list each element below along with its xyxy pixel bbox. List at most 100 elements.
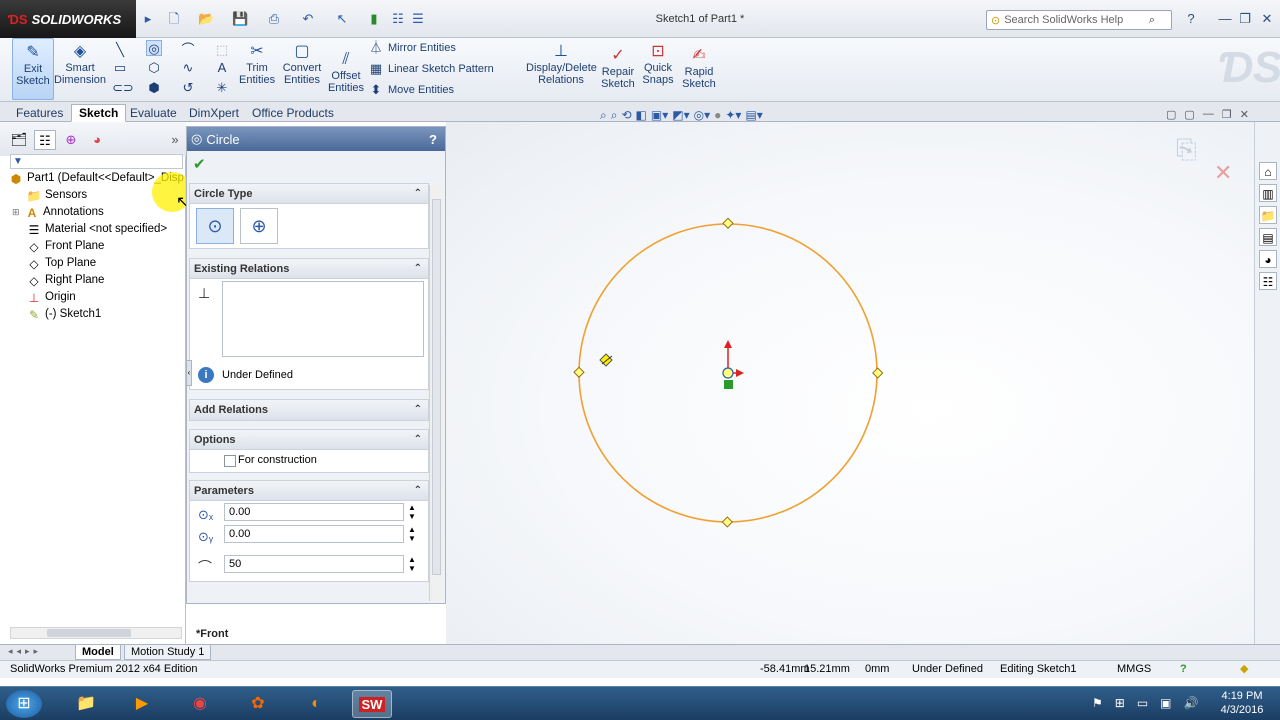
help-question-icon[interactable]: ? [1182, 10, 1200, 28]
collapse-chevron-icon[interactable]: ⌃ [414, 184, 422, 204]
file-explorer-taskbar-icon[interactable]: 📁 [66, 690, 106, 718]
help-icon[interactable]: ? [1180, 661, 1187, 678]
smart-dimension-button[interactable]: ◈ Smart Dimension [54, 38, 106, 100]
mirror-entities-button[interactable]: ⏃ Mirror Entities [368, 40, 455, 56]
restore-doc-icon[interactable]: ❐ [1222, 108, 1232, 121]
quadrant-point-top[interactable] [722, 217, 734, 229]
expand-chevron-icon[interactable]: » [164, 130, 186, 150]
tab-dimxpert[interactable]: DimXpert [181, 104, 247, 122]
ok-checkmark-icon[interactable]: ✔ [193, 155, 206, 173]
display-manager-tab-icon[interactable]: ◕ [86, 130, 108, 150]
line-icon[interactable]: ╲ [112, 42, 128, 58]
spinner-icon[interactable]: ▲ ▼ [408, 555, 416, 573]
for-construction-checkbox[interactable] [224, 455, 236, 467]
file-explorer-icon[interactable]: 📁 [1259, 206, 1277, 224]
rebuild-icon[interactable]: ▮ [366, 11, 382, 27]
apply-scene-icon[interactable]: ✦▾ [725, 108, 741, 123]
minimize-doc-icon[interactable]: — [1203, 108, 1214, 121]
scrollbar-thumb[interactable] [47, 629, 131, 637]
quadrant-point-left[interactable] [573, 366, 585, 378]
monitor-tray-icon[interactable]: ▣ [1160, 696, 1171, 710]
tab-sketch[interactable]: Sketch [71, 104, 127, 122]
tree-horizontal-scrollbar[interactable] [10, 627, 182, 639]
hardware-tray-icon[interactable]: ▭ [1137, 696, 1148, 710]
close-button[interactable]: ✕ [1258, 10, 1276, 28]
system-clock[interactable]: 4:19 PM 4/3/2016 [1208, 689, 1276, 717]
chrome-taskbar-icon[interactable]: ◉ [180, 690, 220, 718]
tree-item-material[interactable]: ☰ Material <not specified> [26, 221, 168, 238]
move-entities-button[interactable]: ⬍ Move Entities [368, 82, 454, 98]
quick-snaps-button[interactable]: ⊡ Quick Snaps [640, 38, 676, 100]
tree-item-right-plane[interactable]: ◇ Right Plane [26, 272, 104, 289]
tree-item-annotations[interactable]: ⊞ A Annotations [12, 204, 104, 221]
center-circle-button[interactable]: ⊙ [196, 208, 234, 244]
minimize-button[interactable]: — [1216, 10, 1234, 28]
flyout-arrow-icon[interactable]: ▸ [140, 11, 156, 27]
relations-list[interactable] [222, 281, 424, 357]
section-view-icon[interactable]: ◧ [636, 108, 647, 123]
display-delete-relations-button[interactable]: ⊥ Display/Delete Relations [524, 38, 598, 100]
print-icon[interactable]: ⎙ [266, 11, 282, 27]
zoom-to-area-icon[interactable]: ⌕ [611, 108, 618, 123]
windows-tray-icon[interactable]: ⊞ [1115, 696, 1125, 710]
solidworks-logo[interactable]: ƊS SOLIDWORKS [0, 0, 136, 38]
spinner-icon[interactable]: ▲ ▼ [408, 503, 416, 521]
rectangle-icon[interactable]: ▭ [112, 60, 128, 76]
expand-plus-icon[interactable]: ⊞ [12, 204, 24, 221]
tab-evaluate[interactable]: Evaluate [122, 104, 185, 122]
linear-sketch-pattern-button[interactable]: ▦ Linear Sketch Pattern [368, 61, 494, 77]
scrollbar-thumb[interactable] [432, 199, 441, 575]
quadrant-point-right[interactable] [872, 367, 884, 379]
center-y-input[interactable]: 0.00 [224, 525, 404, 543]
help-search-input[interactable]: ⊙ Search SolidWorks Help ⌕ [986, 10, 1172, 30]
exit-sketch-button[interactable]: ✎ Exit Sketch [12, 38, 54, 100]
polygon-icon[interactable]: ⬡ [146, 60, 162, 76]
tree-item-top-plane[interactable]: ◇ Top Plane [26, 255, 96, 272]
viewport-1-icon[interactable]: ▢ [1166, 108, 1176, 121]
tab-model[interactable]: Model [75, 645, 121, 660]
tree-item-origin[interactable]: ⊥ Origin [26, 289, 76, 306]
collapse-chevron-icon[interactable]: ⌃ [414, 259, 422, 279]
solidworks-resources-icon[interactable]: ⌂ [1259, 162, 1277, 180]
group-add-relations[interactable]: Add Relations ⌃ [189, 399, 429, 421]
flag-tray-icon[interactable]: ⚑ [1092, 696, 1103, 710]
display-style-icon[interactable]: ◩▾ [672, 108, 689, 123]
point-icon[interactable]: ✳ [214, 80, 230, 96]
arc-icon[interactable]: ⌒ [180, 42, 196, 58]
panel-splitter-handle[interactable]: ‹ [186, 360, 192, 386]
open-folder-icon[interactable]: 📂 [198, 11, 214, 27]
media-player-taskbar-icon[interactable]: ▶ [122, 690, 162, 718]
close-doc-icon[interactable]: ✕ [1240, 108, 1249, 121]
spline-icon[interactable]: ∿ [180, 60, 196, 76]
view-palette-icon[interactable]: ▤ [1259, 228, 1277, 246]
options-icon[interactable]: ☰ [410, 11, 426, 27]
firefox-alt-taskbar-icon[interactable]: ✿ [238, 690, 278, 718]
design-library-icon[interactable]: ▥ [1259, 184, 1277, 202]
pm-vertical-scrollbar[interactable] [429, 185, 443, 601]
search-icon[interactable]: ⌕ [1149, 14, 1155, 27]
convert-entities-button[interactable]: ▢ Convert Entities [280, 38, 324, 100]
collapse-chevron-icon[interactable]: ⌃ [414, 481, 422, 501]
expand-chevron-icon[interactable]: ⌃ [414, 400, 422, 420]
graphics-area[interactable]: ⌕ ⌕ ⟲ ◧ ▣▾ ◩▾ ◎▾ ● ✦▾ ▤▾ ▢ ▢ — ❐ ✕ ⎘ ✕ [446, 108, 1254, 644]
view-orientation-icon[interactable]: ▣▾ [651, 108, 668, 123]
circle-tool-icon[interactable]: ◎ [146, 40, 162, 56]
hide-show-items-icon[interactable]: ◎▾ [694, 108, 711, 123]
volume-tray-icon[interactable]: 🔊 [1184, 696, 1199, 710]
custom-properties-icon[interactable]: ☷ [1259, 272, 1277, 290]
spinner-icon[interactable]: ▲ ▼ [408, 525, 416, 543]
tree-filter-input[interactable]: ▼ [10, 154, 183, 169]
tree-item-sketch1[interactable]: ✎ (-) Sketch1 [26, 306, 101, 323]
tab-motion-study[interactable]: Motion Study 1 [124, 645, 212, 660]
sketch-fillet-icon[interactable]: ⬚ [214, 42, 230, 58]
property-manager-tab-icon[interactable]: ☷ [34, 130, 56, 150]
perimeter-circle-button[interactable]: ⊕ [240, 208, 278, 244]
solidworks-taskbar-icon[interactable]: SW [352, 690, 392, 718]
viewport-2-icon[interactable]: ▢ [1184, 108, 1194, 121]
configuration-manager-tab-icon[interactable]: ⊕ [60, 130, 82, 150]
tab-scroll-arrows-icon[interactable]: ◂◂▸▸ [8, 646, 42, 657]
tree-item-front-plane[interactable]: ◇ Front Plane [26, 238, 104, 255]
radius-input[interactable]: 50 [224, 555, 404, 573]
view-settings-icon[interactable]: ▤▾ [745, 108, 762, 123]
edit-appearance-icon[interactable]: ● [714, 108, 721, 123]
